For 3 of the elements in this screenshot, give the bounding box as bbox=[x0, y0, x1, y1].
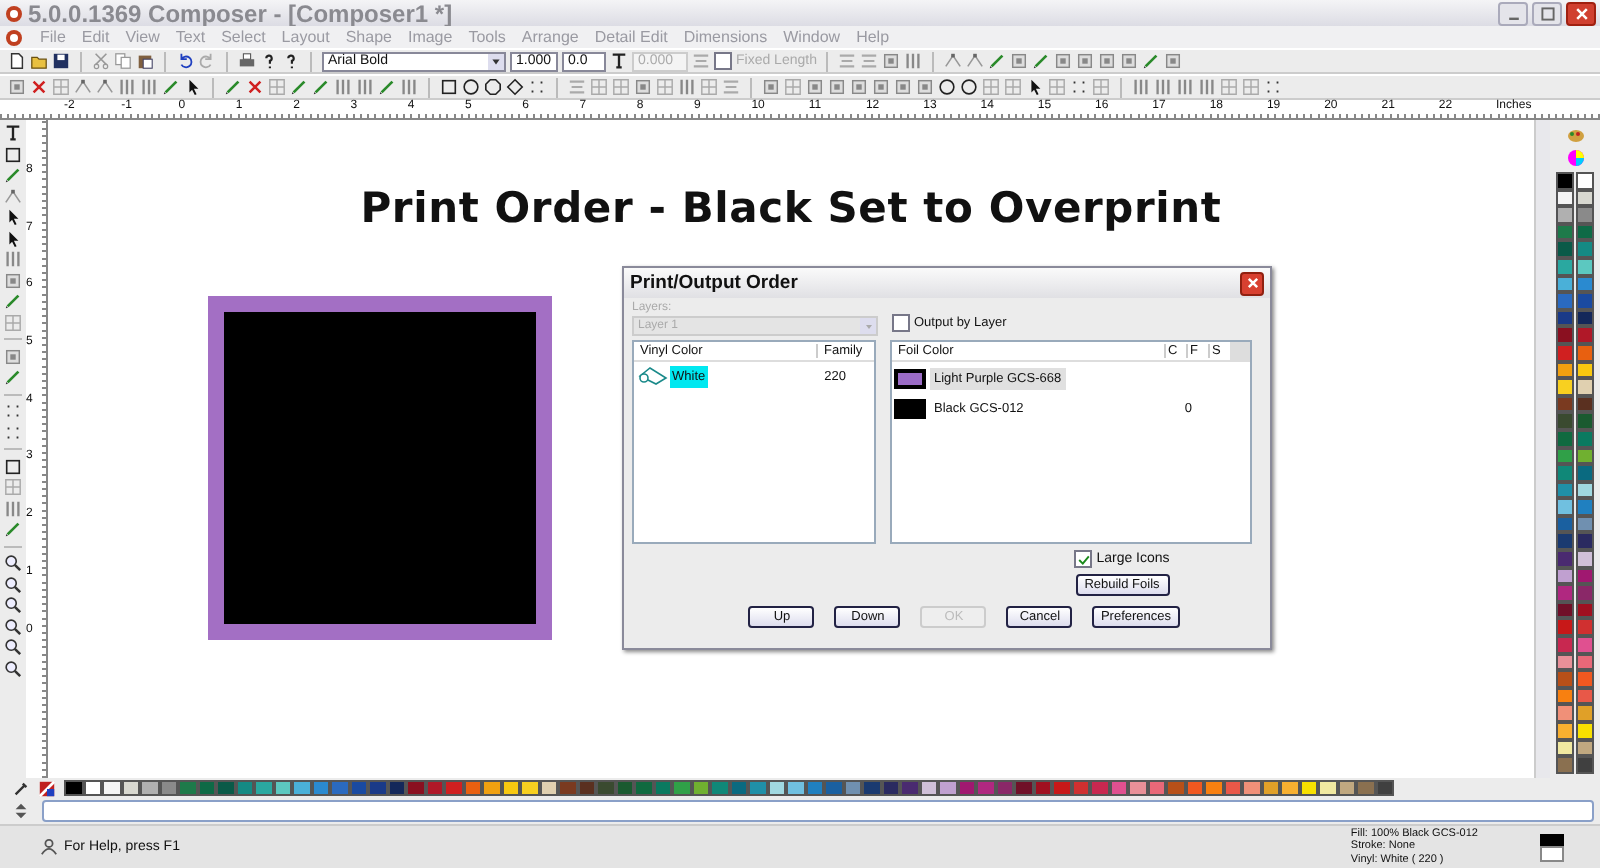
canvas-heading: Print Order - Black Set to Overprint bbox=[358, 184, 1224, 232]
window-title: 5.0.0.1369 Composer - [Composer1 *] bbox=[28, 0, 453, 27]
dialog-title: Print/Output Order bbox=[630, 272, 800, 294]
